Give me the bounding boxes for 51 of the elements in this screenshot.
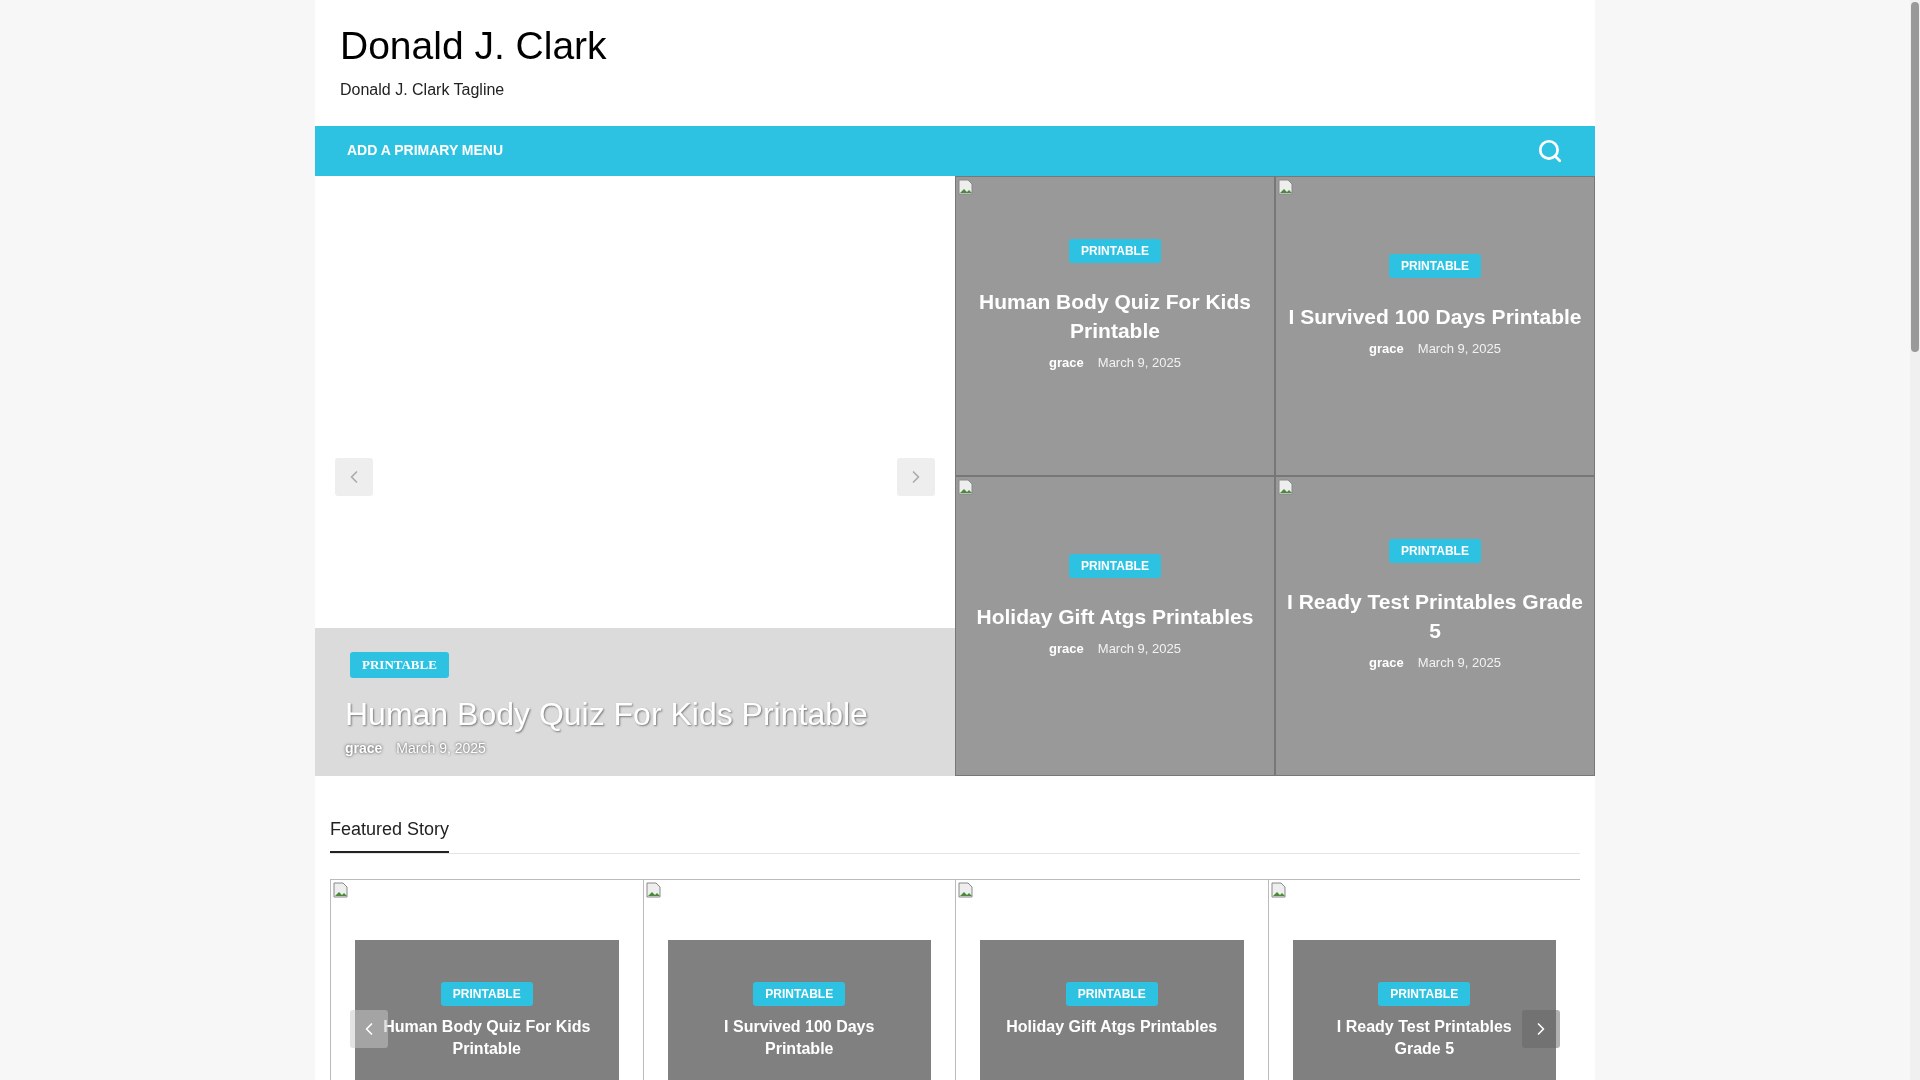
featured-card[interactable]: PRINTABLE Human Body Quiz For Kids Printable [330, 880, 643, 1080]
card-title[interactable]: Human Body Quiz For Kids Printable [365, 1016, 609, 1060]
post-author[interactable]: grace [1049, 353, 1084, 373]
post-title[interactable]: I Survived 100 Days Printable [1288, 301, 1582, 331]
category-badge[interactable]: PRINTABLE [1069, 553, 1161, 578]
post-date: March 9, 2025 [1417, 654, 1501, 673]
card-title[interactable]: Holiday Gift Atgs Printables [990, 1016, 1234, 1038]
site-title[interactable]: Donald J. Clark [340, 22, 1570, 70]
broken-image-icon [645, 882, 662, 898]
post-date: March 9, 2025 [1097, 354, 1181, 373]
post-author[interactable]: grace [345, 737, 383, 759]
category-badge[interactable]: PRINTABLE [350, 652, 449, 678]
nav-link[interactable]: ADD A PRIMARY MENU [347, 140, 504, 162]
post-tile[interactable]: PRINTABLE I Survived 100 Days Printable grace March 9, 2025 [1275, 176, 1595, 476]
broken-image-icon [1278, 179, 1294, 195]
post-author[interactable]: grace [1369, 338, 1404, 359]
post-date: March 9, 2025 [1417, 339, 1501, 358]
category-badge[interactable]: PRINTABLE [1389, 253, 1481, 278]
broken-image-icon [958, 479, 974, 495]
category-badge[interactable]: PRINTABLE [1378, 982, 1471, 1006]
post-tile[interactable]: PRINTABLE I Ready Test Printables Grade 5 grace March 9, 2025 [1275, 476, 1595, 776]
post-date: March 9, 2025 [1097, 639, 1181, 658]
post-title[interactable]: Human Body Quiz For Kids Printable [962, 287, 1268, 346]
post-tile[interactable]: PRINTABLE Human Body Quiz For Kids Printable grace March 9, 2025 [955, 176, 1275, 476]
category-badge[interactable]: PRINTABLE [753, 982, 846, 1006]
broken-image-icon [333, 882, 349, 898]
site-tagline: Donald J. Clark Tagline [340, 80, 506, 100]
featured-card[interactable]: PRINTABLE I Ready Test Printables Grade 5 [1267, 880, 1580, 1080]
post-title[interactable]: I Ready Test Printables Grade 5 [1282, 587, 1588, 646]
category-badge[interactable]: PRINTABLE [440, 982, 533, 1006]
section-heading: Featured Story [330, 816, 450, 853]
post-title[interactable]: Holiday Gift Atgs Printables [976, 601, 1254, 631]
card-title[interactable]: I Survived 100 Days Printable [677, 1016, 921, 1060]
post-date: March 9, 2025 [396, 738, 486, 758]
post-tile[interactable]: PRINTABLE Holiday Gift Atgs Printables grace March 9, 2025 [955, 476, 1275, 776]
category-badge[interactable]: PRINTABLE [1389, 539, 1481, 564]
category-badge[interactable]: PRINTABLE [1069, 239, 1161, 264]
post-author[interactable]: grace [1049, 638, 1084, 659]
search-icon[interactable] [1537, 137, 1563, 164]
category-badge[interactable]: PRINTABLE [1065, 982, 1158, 1006]
featured-card[interactable]: PRINTABLE Holiday Gift Atgs Printables [955, 880, 1268, 1080]
post-author[interactable]: grace [1369, 653, 1404, 673]
card-title[interactable]: I Ready Test Printables Grade 5 [1302, 1016, 1546, 1060]
broken-image-icon [1270, 882, 1287, 898]
next-slide-button[interactable] [897, 458, 935, 496]
next-button[interactable] [1522, 1010, 1560, 1048]
broken-image-icon [958, 179, 974, 195]
previous-slide-button[interactable] [335, 458, 373, 496]
broken-image-icon [1278, 479, 1294, 495]
broken-image-icon [958, 882, 974, 898]
featured-card[interactable]: PRINTABLE I Survived 100 Days Printable [642, 880, 955, 1080]
